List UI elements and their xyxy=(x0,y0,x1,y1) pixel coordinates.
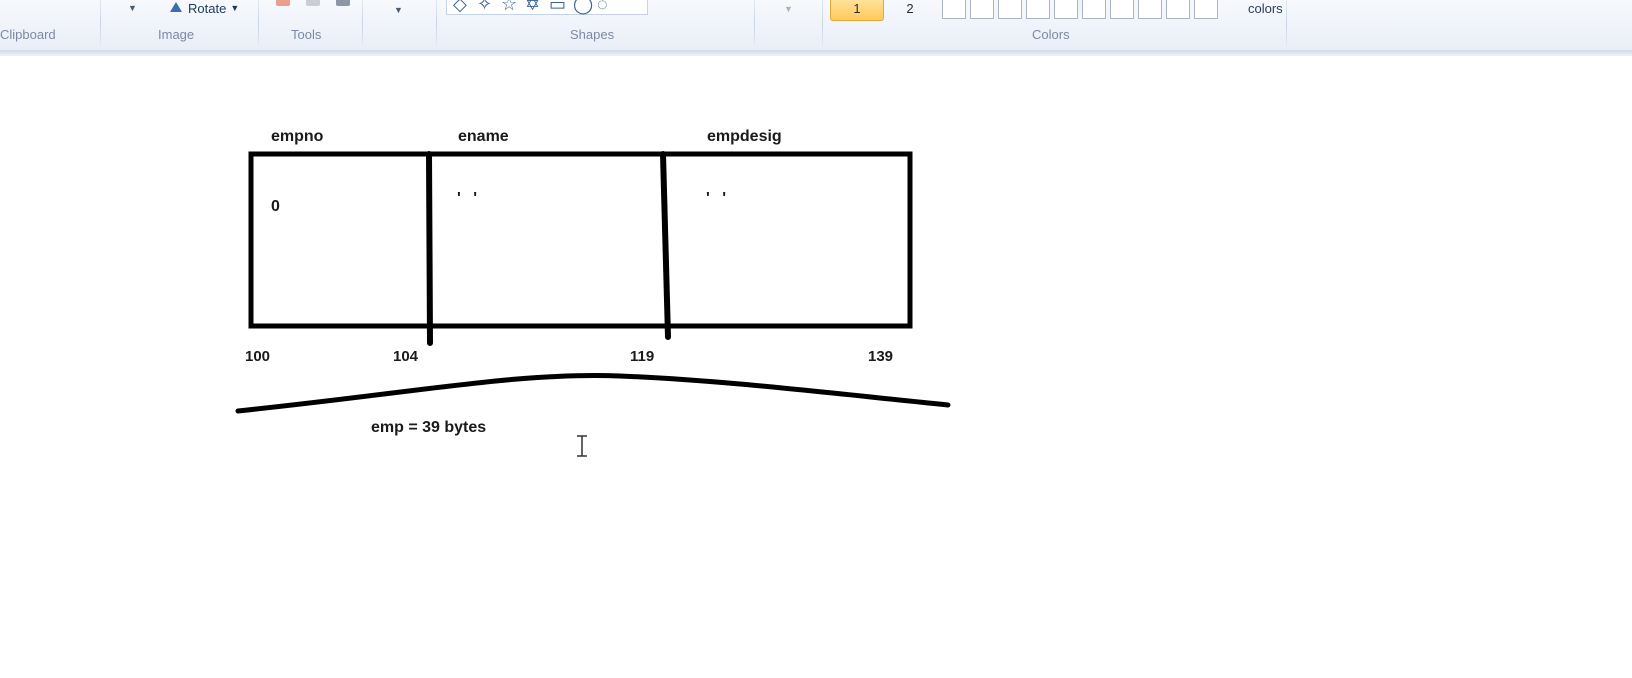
cell-value-empno: 0 xyxy=(271,198,280,215)
six-point-star-shape-icon[interactable]: ✡ xyxy=(525,0,540,15)
color2-button[interactable]: 2 xyxy=(884,0,936,20)
group-separator xyxy=(362,0,363,46)
cell-value-ename: ' ' xyxy=(457,190,482,207)
field-label-empdesig: empdesig xyxy=(707,128,782,145)
address-100: 100 xyxy=(245,348,271,365)
struct-memory-diagram xyxy=(235,151,951,414)
group-separator xyxy=(436,0,437,46)
group-separator xyxy=(754,0,755,46)
tools-buttons xyxy=(276,0,362,8)
color-swatch[interactable] xyxy=(942,0,966,19)
tools-group-label: Tools xyxy=(291,27,322,42)
color-swatch[interactable] xyxy=(970,0,994,19)
color-swatch[interactable] xyxy=(998,0,1022,19)
group-separator xyxy=(822,0,823,46)
four-point-star-shape-icon[interactable]: ✧ xyxy=(477,0,492,15)
drawing-canvas[interactable]: empno ename empdesig 0 ' ' ' ' 100 104 1… xyxy=(0,56,1632,678)
magnifier-tool-icon[interactable] xyxy=(336,0,350,6)
shapes-gallery[interactable]: ◇ ✧ ☆ ✡ ▭ ◯ ◌ ▼ xyxy=(446,0,1092,15)
shapes-group-label: Shapes xyxy=(570,27,615,42)
color-picker-tool-icon[interactable] xyxy=(306,0,320,6)
rotate-icon xyxy=(168,2,184,14)
size-dropdown-icon[interactable]: ▼ xyxy=(784,4,793,14)
colors-group-label: Colors xyxy=(1032,27,1070,42)
ribbon: ▼ Rotate ▼ ▼ ◇ ✧ ☆ ✡ ▭ ◯ ◌ ▼ ▼ 1 2 color… xyxy=(0,0,1632,56)
brushes-dropdown-icon[interactable]: ▼ xyxy=(394,5,403,15)
eraser-tool-icon[interactable] xyxy=(276,0,290,6)
color-swatch[interactable] xyxy=(1082,0,1106,19)
rotate-dropdown-icon: ▼ xyxy=(230,3,240,13)
five-point-star-shape-icon[interactable]: ☆ xyxy=(501,0,517,15)
color-swatch[interactable] xyxy=(1194,0,1218,19)
address-119: 119 xyxy=(630,348,655,365)
struct-box-outline xyxy=(248,151,913,329)
group-separator xyxy=(1286,0,1287,46)
color1-button[interactable]: 1 xyxy=(830,0,884,21)
oval-callout-shape-icon[interactable]: ◯ xyxy=(573,0,593,15)
rotate-label: Rotate xyxy=(188,0,227,16)
address-104: 104 xyxy=(393,348,419,365)
group-separator xyxy=(258,0,259,46)
diamond-shape-icon[interactable]: ◇ xyxy=(453,0,467,15)
rotate-button[interactable]: Rotate ▼ xyxy=(168,0,239,16)
field-label-empno: empno xyxy=(271,128,324,145)
address-139: 139 xyxy=(868,348,894,365)
group-separator xyxy=(100,0,101,46)
image-group-label: Image xyxy=(158,27,195,42)
struct-size-label: emp = 39 bytes xyxy=(371,419,487,436)
color-swatch[interactable] xyxy=(1054,0,1078,19)
color-swatch[interactable] xyxy=(1138,0,1162,19)
field-label-ename: ename xyxy=(458,128,509,145)
color-swatch[interactable] xyxy=(1166,0,1190,19)
size-brace-curve xyxy=(235,372,951,414)
color-swatch[interactable] xyxy=(1110,0,1134,19)
color-swatch[interactable] xyxy=(1026,0,1050,19)
clipboard-group-label: Clipboard xyxy=(0,27,56,42)
edit-colors-button[interactable]: colors xyxy=(1248,1,1283,16)
cloud-callout-shape-icon[interactable]: ◌ xyxy=(597,0,608,15)
cell-value-empdesig: ' ' xyxy=(706,190,731,207)
rounded-callout-shape-icon[interactable]: ▭ xyxy=(549,0,566,15)
clipboard-dropdown-icon[interactable]: ▼ xyxy=(128,3,137,13)
text-cursor-icon xyxy=(577,435,587,457)
divider-ename-empdesig xyxy=(660,151,671,340)
divider-empno-ename xyxy=(426,151,433,346)
